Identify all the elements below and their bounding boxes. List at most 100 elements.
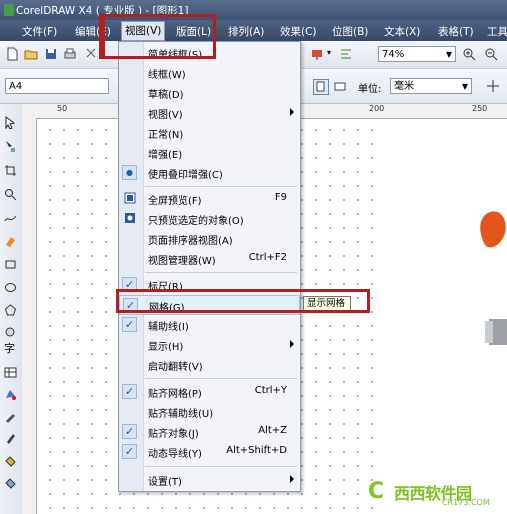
zoom-in-icon[interactable] <box>462 47 476 61</box>
unit-combo[interactable]: 毫米 ▼ <box>390 78 472 94</box>
portrait-orientation-icon[interactable] <box>313 79 329 95</box>
ruler-label: 250 <box>472 104 488 113</box>
page-size-combo[interactable]: A4 <box>5 78 109 94</box>
menu-item-show-submenu[interactable]: 显示(H) <box>119 335 300 355</box>
menu-item-preview-selected-only[interactable]: 只预览选定的对象(O) <box>119 209 300 229</box>
interactive-fill-tool-icon[interactable] <box>4 388 17 401</box>
menu-item-label: 只预览选定的对象(O) <box>148 216 244 227</box>
basic-shapes-tool-icon[interactable] <box>4 326 17 339</box>
menu-item-label: 正常(N) <box>148 130 184 141</box>
menu-item-label: 增强(E) <box>148 150 183 161</box>
checkmark-icon: ✓ <box>122 444 137 459</box>
pick-tool-icon[interactable] <box>4 116 17 129</box>
menu-item-shortcut: Ctrl+F2 <box>248 252 287 263</box>
fullscreen-preview-icon <box>124 192 136 204</box>
menu-item-label: 草稿(D) <box>148 90 184 101</box>
ellipse-tool-icon[interactable] <box>4 281 17 294</box>
menu-item-full-screen-preview[interactable]: 全屏预览(F) F9 <box>119 189 300 209</box>
menu-separator <box>145 272 297 273</box>
menu-item-label: 设置(T) <box>148 477 182 488</box>
print-icon[interactable] <box>63 47 77 61</box>
ruler-label: 200 <box>369 104 385 113</box>
unit-label: 单位: <box>358 84 382 95</box>
menu-item-normal[interactable]: 正常(N) <box>119 123 300 143</box>
vertical-ruler[interactable] <box>22 118 37 514</box>
freehand-tool-icon[interactable] <box>4 212 17 225</box>
submenu-arrow-icon <box>290 340 294 348</box>
menu-item-shortcut: Alt+Shift+D <box>226 445 287 456</box>
menu-item-guidelines[interactable]: ✓ 辅助线(I) <box>119 315 300 335</box>
rectangle-tool-icon[interactable] <box>4 258 17 271</box>
menu-table[interactable]: 表格(T) <box>438 24 474 39</box>
menu-item-label: 启动翻转(V) <box>148 362 203 373</box>
menu-item-snap-to-grid[interactable]: ✓ 贴齐网格(P) Ctrl+Y <box>119 382 300 402</box>
menu-item-page-sorter-view[interactable]: 页面排序器视图(A) <box>119 229 300 249</box>
menu-item-label: 线框(W) <box>148 70 186 81</box>
watermark-url: CR173.COM <box>442 498 490 507</box>
menu-bar: 文件(F) 编辑(E) 视图(V) 版面(L) 排列(A) 效果(C) 位图(B… <box>0 20 507 41</box>
nudge-distance-icon[interactable] <box>486 79 500 93</box>
fill-tool-icon[interactable] <box>4 454 17 467</box>
checkmark-icon: ✓ <box>122 317 137 332</box>
menu-arrange[interactable]: 排列(A) <box>228 24 264 39</box>
view-menu-dropdown: 简单线框(S) 线框(W) 草稿(D) 视图(V) 正常(N) 增强(E) ● 使… <box>118 41 301 492</box>
landscape-orientation-icon[interactable] <box>333 79 347 93</box>
menu-separator <box>145 186 297 187</box>
chevron-down-icon: ▼ <box>461 82 468 91</box>
menu-tools[interactable]: 工具 <box>487 24 507 39</box>
menu-item-overprint-enhanced[interactable]: ● 使用叠印增强(C) <box>119 163 300 183</box>
menu-item-label: 贴齐网格(P) <box>148 389 202 400</box>
export-dropdown-arrow-icon[interactable]: ▾ <box>327 48 331 57</box>
menu-item-label: 显示(H) <box>148 342 184 353</box>
application-launcher-icon[interactable] <box>339 47 353 61</box>
menu-item-enable-rollover[interactable]: 启动翻转(V) <box>119 355 300 375</box>
eyedropper-tool-icon[interactable] <box>4 410 17 423</box>
menu-item-snap-to-objects[interactable]: ✓ 贴齐对象(J) Alt+Z <box>119 422 300 442</box>
menu-item-label: 使用叠印增强(C) <box>148 170 223 181</box>
radio-bullet-icon: ● <box>122 165 137 180</box>
crop-tool-icon[interactable] <box>4 164 17 177</box>
zoom-level-combo[interactable]: 74% ▼ <box>378 46 456 62</box>
highlight-box-view-menu <box>99 14 216 59</box>
watermark-logo-icon: C <box>368 479 385 504</box>
menu-item-view-manager[interactable]: 视图管理器(W) Ctrl+F2 <box>119 249 300 269</box>
gray-shape[interactable] <box>483 315 507 349</box>
table-tool-icon[interactable] <box>4 366 17 379</box>
menu-item-draft[interactable]: 草稿(D) <box>119 83 300 103</box>
text-tool-icon[interactable]: 字 <box>4 340 17 355</box>
menu-separator <box>145 378 297 379</box>
menu-item-enhanced[interactable]: 增强(E) <box>119 143 300 163</box>
menu-text[interactable]: 文本(X) <box>384 24 420 39</box>
open-folder-icon[interactable] <box>24 47 38 61</box>
menu-item-label: 全屏预览(F) <box>148 196 202 207</box>
menu-file[interactable]: 文件(F) <box>22 24 57 39</box>
zoom-out-icon[interactable] <box>484 47 498 61</box>
menu-item-dynamic-guides[interactable]: ✓ 动态导线(Y) Alt+Shift+D <box>119 442 300 462</box>
checkmark-icon: ✓ <box>122 424 137 439</box>
outline-pen-tool-icon[interactable] <box>4 432 17 445</box>
polygon-tool-icon[interactable] <box>4 304 17 317</box>
menu-item-label: 贴齐辅助线(U) <box>148 409 214 420</box>
menu-effects[interactable]: 效果(C) <box>280 24 317 39</box>
submenu-arrow-icon <box>290 475 294 483</box>
cut-icon[interactable] <box>84 47 98 61</box>
menu-bitmaps[interactable]: 位图(B) <box>332 24 368 39</box>
shape-tool-icon[interactable] <box>4 140 17 153</box>
save-icon[interactable] <box>44 47 58 61</box>
zoom-tool-icon[interactable] <box>4 188 17 201</box>
orange-shape[interactable] <box>477 207 507 257</box>
interactive-tool-icon[interactable] <box>4 476 17 489</box>
export-icon[interactable] <box>310 47 324 61</box>
menu-item-label: 贴齐对象(J) <box>148 429 199 440</box>
checkmark-icon: ✓ <box>122 384 137 399</box>
ruler-label: 50 <box>57 104 68 113</box>
menu-item-snap-to-guidelines[interactable]: 贴齐辅助线(U) <box>119 402 300 422</box>
menu-item-wireframe[interactable]: 线框(W) <box>119 63 300 83</box>
menu-item-shortcut: Ctrl+Y <box>254 385 287 396</box>
menu-item-setup-submenu[interactable]: 设置(T) <box>119 470 300 490</box>
menu-item-view-submenu[interactable]: 视图(V) <box>119 103 300 123</box>
smart-fill-tool-icon[interactable] <box>4 235 17 248</box>
menu-separator <box>145 466 297 467</box>
new-document-icon[interactable] <box>5 47 19 61</box>
page-size-value: A4 <box>9 81 23 92</box>
